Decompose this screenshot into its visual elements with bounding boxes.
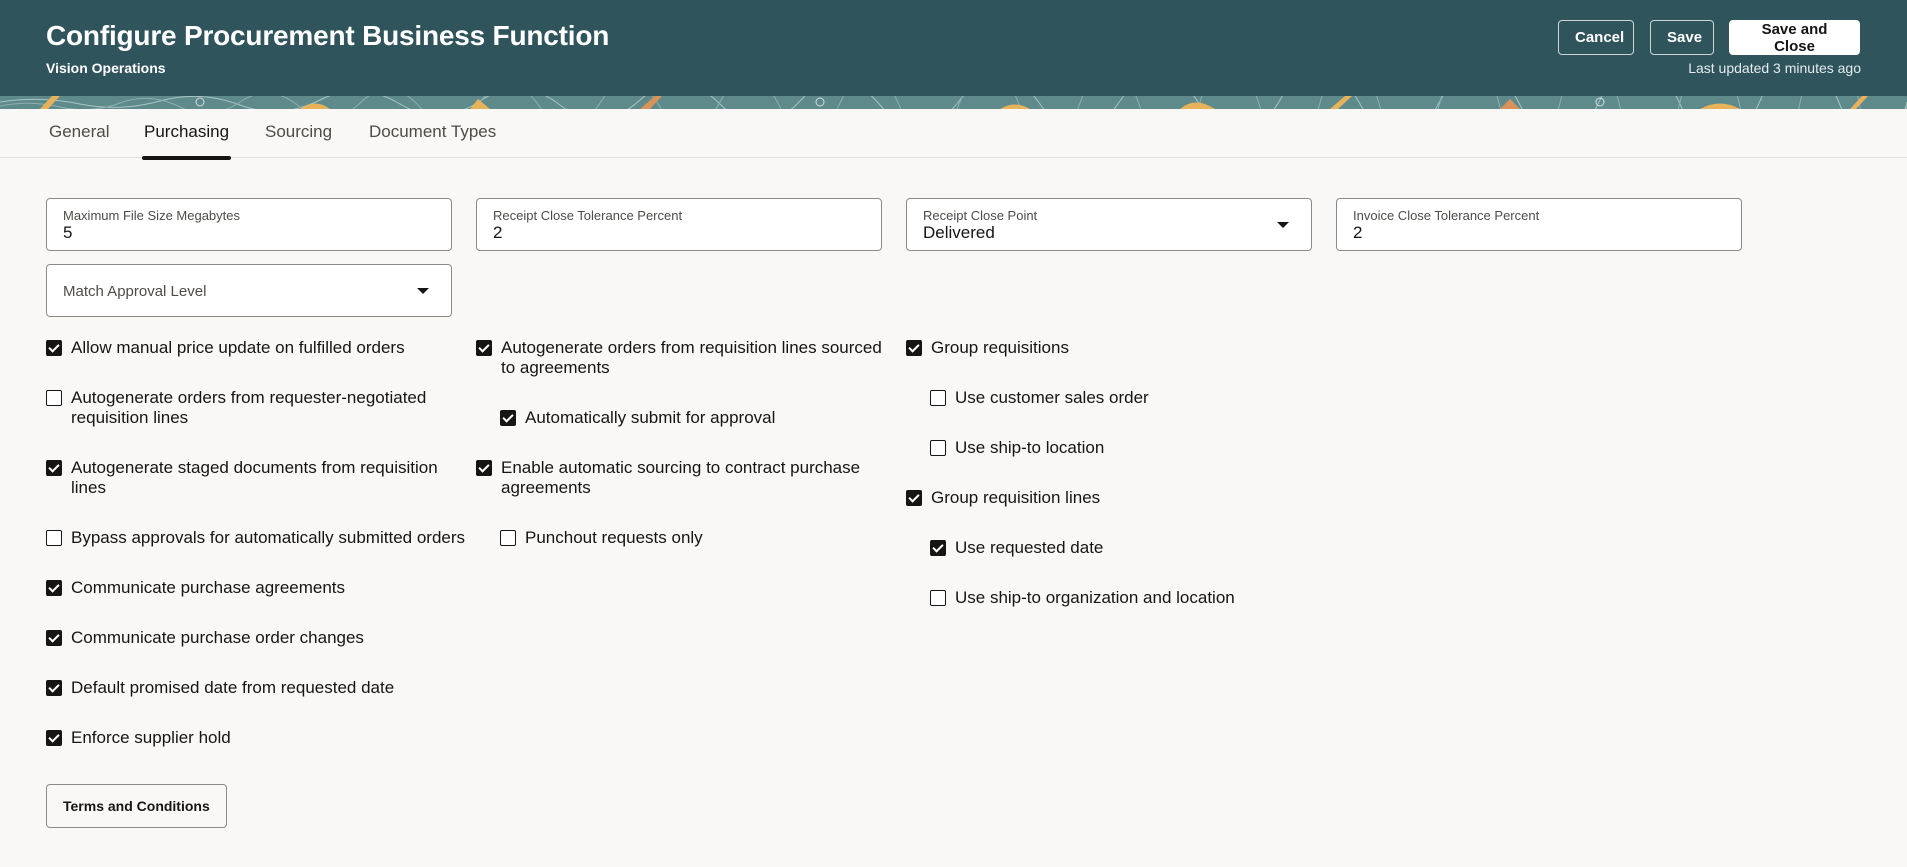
checkbox-enforce-supplier-hold[interactable]: Enforce supplier hold: [46, 728, 446, 748]
checkbox-label: Enable automatic sourcing to contract pu…: [501, 458, 861, 497]
checkbox-label: Use requested date: [955, 538, 1104, 557]
tab-general[interactable]: General: [49, 122, 109, 157]
checkbox-label: Autogenerate staged documents from requi…: [71, 458, 438, 497]
checkbox-bypass-approvals[interactable]: Bypass approvals for automatically submi…: [46, 528, 466, 548]
checkbox-enable-automatic-sourcing[interactable]: Enable automatic sourcing to contract pu…: [476, 458, 876, 498]
checkbox-label: Enforce supplier hold: [71, 728, 231, 747]
checkbox-use-requested-date[interactable]: Use requested date: [930, 538, 1310, 558]
checkbox-label: Communicate purchase order changes: [71, 628, 364, 647]
receipt-close-tolerance-field[interactable]: Receipt Close Tolerance Percent 2: [476, 198, 882, 251]
decorative-banner-pattern: [0, 96, 1907, 109]
checkbox-icon: [46, 390, 62, 406]
checkbox-icon: [930, 540, 946, 556]
tab-sourcing[interactable]: Sourcing: [265, 122, 332, 157]
checkbox-label: Autogenerate orders from requester-negot…: [71, 388, 427, 427]
checkbox-icon: [930, 440, 946, 456]
checkbox-use-ship-to-location[interactable]: Use ship-to location: [930, 438, 1310, 458]
max-file-size-field[interactable]: Maximum File Size Megabytes 5: [46, 198, 452, 251]
checkbox-label: Group requisitions: [931, 338, 1069, 357]
checkbox-automatically-submit-for-approval[interactable]: Automatically submit for approval: [500, 408, 880, 428]
page-subtitle: Vision Operations: [46, 60, 166, 76]
terms-and-conditions-button[interactable]: Terms and Conditions: [46, 784, 227, 828]
checkbox-default-promised-date[interactable]: Default promised date from requested dat…: [46, 678, 446, 698]
field-value: 5: [63, 223, 73, 242]
field-placeholder: Match Approval Level: [63, 283, 207, 300]
checkbox-autogenerate-sourced-to-agreements[interactable]: Autogenerate orders from requisition lin…: [476, 338, 886, 378]
tab-document-types[interactable]: Document Types: [369, 122, 496, 157]
checkbox-label: Default promised date from requested dat…: [71, 678, 395, 697]
checkbox-use-ship-to-organization-and-location[interactable]: Use ship-to organization and location: [930, 588, 1330, 608]
checkbox-icon: [476, 340, 492, 356]
checkbox-autogenerate-requester-negotiated[interactable]: Autogenerate orders from requester-negot…: [46, 388, 446, 428]
checkbox-label: Bypass approvals for automatically submi…: [71, 528, 466, 547]
checkbox-use-customer-sales-order[interactable]: Use customer sales order: [930, 388, 1310, 408]
save-button[interactable]: Save: [1650, 20, 1714, 55]
checkbox-group-requisition-lines[interactable]: Group requisition lines: [906, 488, 1306, 508]
field-value: 2: [1353, 223, 1363, 242]
checkbox-label: Allow manual price update on fulfilled o…: [71, 338, 405, 357]
page-title: Configure Procurement Business Function: [46, 20, 610, 51]
checkbox-icon: [46, 460, 62, 476]
checkbox-icon: [476, 460, 492, 476]
checkbox-communicate-purchase-agreements[interactable]: Communicate purchase agreements: [46, 578, 446, 598]
tab-purchasing[interactable]: Purchasing: [141, 122, 232, 160]
field-label: Maximum File Size Megabytes: [63, 208, 240, 223]
checkbox-label: Use customer sales order: [955, 388, 1149, 407]
save-and-close-button[interactable]: Save and Close: [1729, 20, 1860, 55]
checkbox-label: Automatically submit for approval: [525, 408, 776, 427]
checkbox-label: Use ship-to organization and location: [955, 588, 1235, 607]
caret-down-icon: [1277, 222, 1289, 228]
tab-bar: General Purchasing Sourcing Document Typ…: [0, 109, 1907, 160]
checkbox-punchout-requests-only[interactable]: Punchout requests only: [500, 528, 880, 548]
checkbox-communicate-po-changes[interactable]: Communicate purchase order changes: [46, 628, 446, 648]
page-header: Configure Procurement Business Function …: [0, 0, 1907, 109]
checkbox-icon: [46, 630, 62, 646]
checkbox-icon: [500, 530, 516, 546]
checkbox-icon: [46, 340, 62, 356]
last-updated-text: Last updated 3 minutes ago: [1688, 60, 1861, 76]
match-approval-level-select[interactable]: Match Approval Level: [46, 264, 452, 317]
checkbox-icon: [46, 580, 62, 596]
checkbox-icon: [906, 340, 922, 356]
invoice-close-tolerance-field[interactable]: Invoice Close Tolerance Percent 2: [1336, 198, 1742, 251]
checkbox-label: Use ship-to location: [955, 438, 1105, 457]
caret-down-icon: [417, 288, 429, 294]
checkbox-autogenerate-staged-documents[interactable]: Autogenerate staged documents from requi…: [46, 458, 446, 498]
checkbox-icon: [930, 590, 946, 606]
checkbox-icon: [46, 530, 62, 546]
checkbox-icon: [46, 680, 62, 696]
checkbox-label: Group requisition lines: [931, 488, 1101, 507]
field-value: 2: [493, 223, 503, 242]
field-label: Receipt Close Point: [923, 208, 1038, 223]
field-label: Receipt Close Tolerance Percent: [493, 208, 683, 223]
receipt-close-point-select[interactable]: Receipt Close Point Delivered: [906, 198, 1312, 251]
checkbox-icon: [500, 410, 516, 426]
checkbox-allow-manual-price-update[interactable]: Allow manual price update on fulfilled o…: [46, 338, 456, 358]
checkbox-group-requisitions[interactable]: Group requisitions: [906, 338, 1306, 358]
checkbox-icon: [46, 730, 62, 746]
checkbox-label: Punchout requests only: [525, 528, 703, 547]
field-label: Invoice Close Tolerance Percent: [1353, 208, 1540, 223]
field-value: Delivered: [923, 223, 995, 242]
checkbox-icon: [906, 490, 922, 506]
checkbox-label: Communicate purchase agreements: [71, 578, 346, 597]
checkbox-label: Autogenerate orders from requisition lin…: [501, 338, 882, 377]
checkbox-icon: [930, 390, 946, 406]
cancel-button[interactable]: Cancel: [1558, 20, 1634, 55]
